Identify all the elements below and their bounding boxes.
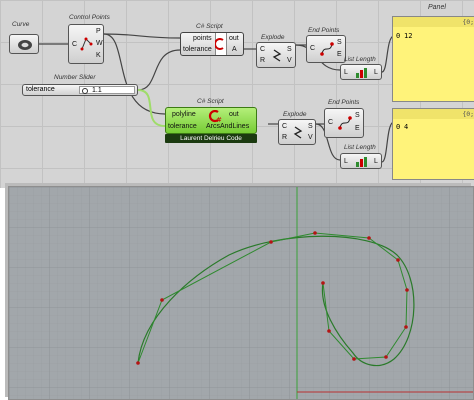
explode1-port-s[interactable]: S: [287, 46, 292, 54]
curve-param-icon: [18, 40, 32, 50]
control-points-label: Control Points: [69, 14, 110, 21]
explode-icon: [272, 49, 282, 62]
cs1-label: C# Script: [196, 23, 223, 30]
explode1-component[interactable]: C R S V: [256, 42, 296, 68]
cs2-label: C# Script: [197, 98, 224, 105]
control-points-icon: [80, 37, 93, 51]
explode2-port-v[interactable]: V: [308, 134, 313, 142]
endpoints1-label: End Points: [308, 27, 340, 34]
slider-value: 1.1: [92, 87, 102, 94]
csharp-script-icon: #: [208, 110, 222, 123]
cs1-component[interactable]: points tolerance out A: [180, 32, 244, 56]
panel-title: Panel: [428, 4, 446, 11]
slider-label: Number Slider: [54, 74, 96, 81]
control-points-component[interactable]: C P W K: [68, 24, 104, 64]
explode1-port-v[interactable]: V: [287, 57, 292, 65]
listlength2-port-out[interactable]: L: [374, 158, 378, 166]
endpoints2-port-s[interactable]: S: [355, 112, 360, 120]
curve-component[interactable]: [9, 34, 39, 54]
list-length-icon: [356, 68, 367, 78]
curve-label: Curve: [12, 21, 30, 28]
cs1-port-tolerance[interactable]: tolerance: [183, 46, 212, 54]
listlength1-port-in[interactable]: L: [344, 69, 348, 77]
endpoints2-port-e[interactable]: E: [355, 125, 360, 133]
cs1-port-a[interactable]: A: [232, 46, 237, 54]
explode2-port-s[interactable]: S: [308, 123, 313, 131]
cs2-port-polyline[interactable]: polyline: [172, 111, 196, 119]
explode2-component[interactable]: C R S V: [278, 119, 316, 145]
tolerance-slider[interactable]: tolerance 1.1: [22, 84, 138, 96]
endpoints2-port-c[interactable]: C: [328, 119, 333, 127]
panel1-index: 0: [396, 32, 401, 40]
endpoints1-port-s[interactable]: S: [337, 39, 342, 47]
panel2-value: 4: [404, 123, 409, 131]
port-c[interactable]: C: [72, 41, 77, 49]
list-length-icon: [356, 157, 367, 167]
listlength2-label: List Length: [344, 144, 376, 151]
rhino-viewport[interactable]: [8, 186, 474, 400]
cs1-port-out[interactable]: out: [229, 35, 239, 43]
slider-name: tolerance: [26, 86, 55, 93]
panel-1[interactable]: {0;0 0 12: [392, 16, 474, 102]
explode2-label: Explode: [283, 111, 307, 118]
end-points-icon: [338, 116, 352, 130]
slider-track[interactable]: 1.1: [79, 86, 135, 94]
grasshopper-canvas[interactable]: Curve Control Points C P W K Number Slid…: [0, 0, 474, 188]
endpoints1-port-e[interactable]: E: [337, 51, 342, 59]
cs1-port-points[interactable]: points: [193, 35, 212, 43]
endpoints1-port-c[interactable]: C: [310, 45, 315, 53]
panel1-value: 12: [404, 32, 413, 40]
listlength1-label: List Length: [344, 56, 376, 63]
panel2-header: {0;0: [462, 110, 474, 118]
csharp-script-icon: [215, 38, 224, 50]
explode2-port-r[interactable]: R: [282, 134, 287, 142]
slider-knob[interactable]: [82, 88, 88, 94]
explode-icon: [293, 126, 303, 139]
explode1-port-r[interactable]: R: [260, 57, 265, 65]
cs2-component[interactable]: polyline tolerance out ArcsAndLines #: [165, 107, 257, 134]
explode1-port-c[interactable]: C: [260, 46, 265, 54]
endpoints2-component[interactable]: C S E: [324, 108, 364, 138]
svg-text:#: #: [216, 116, 222, 123]
endpoints1-component[interactable]: C S E: [306, 35, 346, 63]
cs2-port-tolerance[interactable]: tolerance: [168, 123, 197, 131]
listlength1-component[interactable]: L L: [340, 64, 382, 80]
panel2-index: 0: [396, 123, 401, 131]
explode1-label: Explode: [261, 34, 285, 41]
credit-label: Laurent Delrieu Code: [165, 134, 257, 143]
panel-2[interactable]: {0;0 0 4: [392, 108, 474, 180]
cs2-port-arcs[interactable]: ArcsAndLines: [206, 123, 249, 131]
listlength2-component[interactable]: L L: [340, 153, 382, 169]
listlength1-port-out[interactable]: L: [374, 69, 378, 77]
listlength2-port-in[interactable]: L: [344, 158, 348, 166]
port-p[interactable]: P: [96, 28, 101, 36]
explode2-port-c[interactable]: C: [282, 123, 287, 131]
viewport-scene: [9, 187, 473, 399]
end-points-icon: [320, 42, 334, 56]
panel1-header: {0;0: [462, 18, 474, 26]
port-w[interactable]: W: [96, 40, 103, 48]
endpoints2-label: End Points: [328, 99, 360, 106]
cs2-port-out[interactable]: out: [229, 111, 239, 119]
port-k[interactable]: K: [96, 52, 101, 60]
